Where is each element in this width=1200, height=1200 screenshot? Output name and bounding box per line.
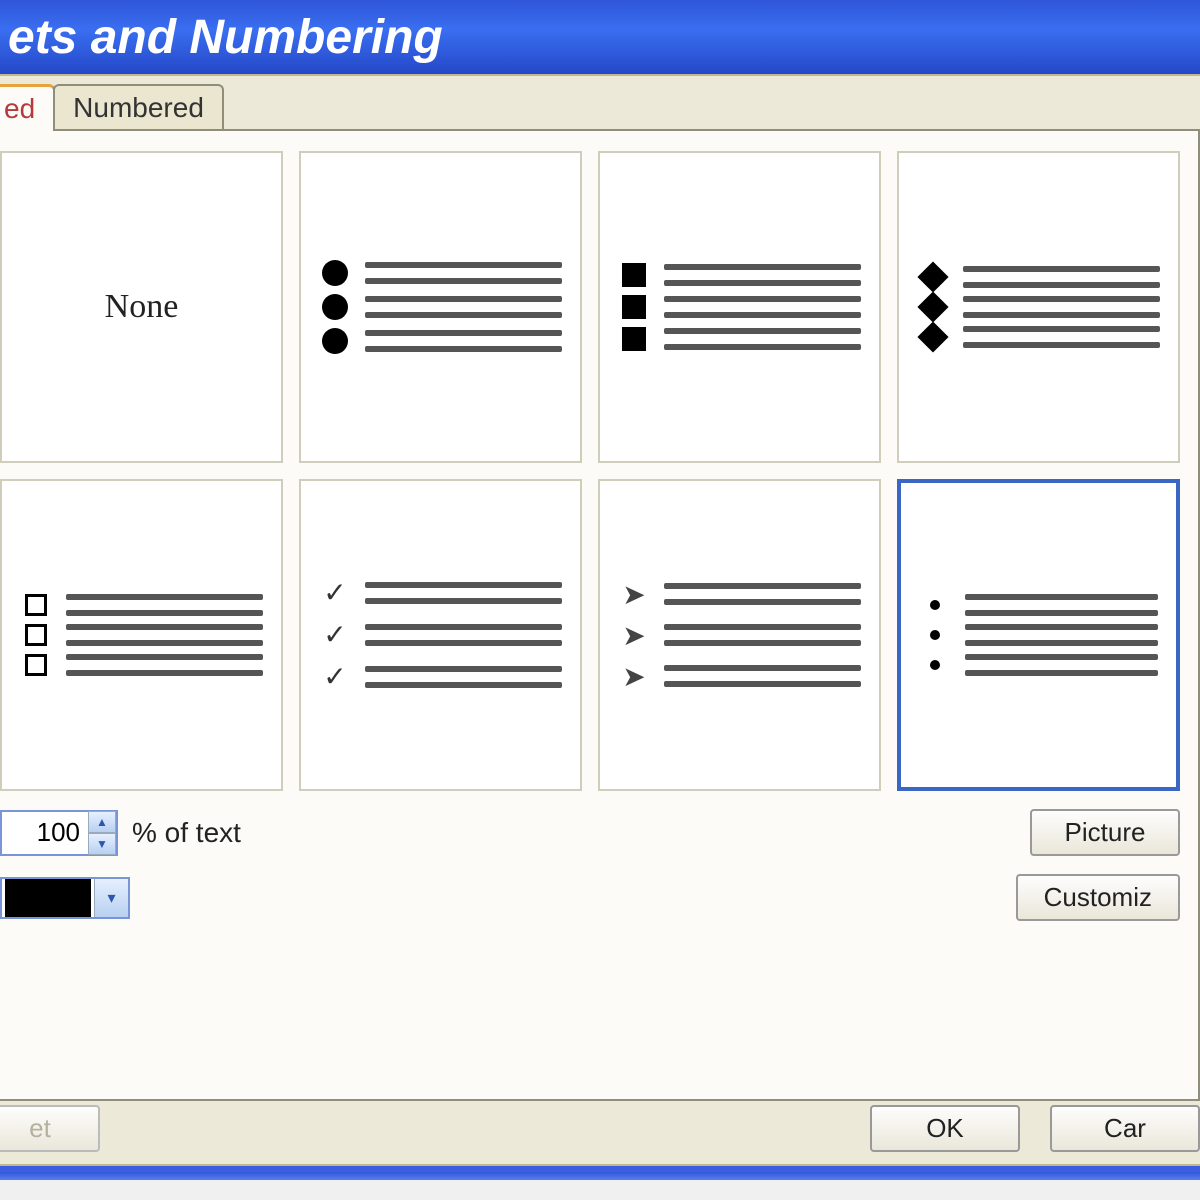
arrow-icon: ➤ xyxy=(622,619,645,652)
bullet-none-label: None xyxy=(105,288,179,326)
customize-button[interactable]: Customiz xyxy=(1016,874,1180,921)
small-dot-icon xyxy=(930,600,940,610)
diamond-icon xyxy=(917,291,948,322)
dialog-window: ets and Numbering ed Numbered None xyxy=(0,0,1200,1180)
color-swatch xyxy=(5,879,91,917)
window-footer-bar xyxy=(0,1172,1200,1180)
bullet-option-arrow[interactable]: ➤ ➤ ➤ xyxy=(598,479,881,791)
picture-button[interactable]: Picture xyxy=(1030,809,1180,856)
bullet-option-square-filled[interactable] xyxy=(598,151,881,463)
cancel-button[interactable]: Car xyxy=(1050,1105,1200,1152)
ok-button-label: OK xyxy=(926,1113,964,1143)
color-dropdown-icon[interactable]: ▾ xyxy=(94,879,128,917)
tab-strip: ed Numbered xyxy=(0,84,1200,131)
dialog-body: ed Numbered None xyxy=(0,74,1200,1166)
size-input[interactable] xyxy=(2,813,88,852)
tab-bulleted[interactable]: ed xyxy=(0,84,55,131)
bullet-option-small-dot[interactable] xyxy=(897,479,1180,791)
reset-button-label: et xyxy=(29,1113,51,1143)
color-row: ▾ Customiz xyxy=(0,874,1180,921)
bullet-option-square-outline[interactable] xyxy=(0,479,283,791)
disc-icon xyxy=(322,328,348,354)
bullet-option-none[interactable]: None xyxy=(0,151,283,463)
window-title: ets and Numbering xyxy=(8,10,443,65)
size-spin-down[interactable]: ▼ xyxy=(88,833,116,855)
small-dot-icon xyxy=(930,660,940,670)
size-spin-up[interactable]: ▲ xyxy=(88,811,116,833)
reset-button[interactable]: et xyxy=(0,1105,100,1152)
square-outline-icon xyxy=(25,654,47,676)
customize-button-label: Customiz xyxy=(1044,882,1152,912)
tab-panel: None xyxy=(0,129,1200,1101)
dialog-buttons: et OK Car xyxy=(0,1105,1200,1152)
diamond-icon xyxy=(917,321,948,352)
square-outline-icon xyxy=(25,594,47,616)
check-icon: ✓ xyxy=(323,576,346,610)
tab-numbered[interactable]: Numbered xyxy=(53,84,224,131)
square-filled-icon xyxy=(622,327,646,351)
arrow-icon: ➤ xyxy=(622,578,645,611)
size-spinner[interactable]: ▲ ▼ xyxy=(0,810,118,856)
titlebar: ets and Numbering xyxy=(0,0,1200,74)
size-row: ▲ ▼ % of text Picture xyxy=(0,809,1180,856)
disc-icon xyxy=(322,294,348,320)
square-filled-icon xyxy=(622,295,646,319)
check-icon: ✓ xyxy=(323,660,346,694)
ok-button[interactable]: OK xyxy=(870,1105,1020,1152)
bullet-option-disc[interactable] xyxy=(299,151,582,463)
bullet-style-grid: None xyxy=(0,151,1180,791)
tab-bulleted-label: ed xyxy=(4,93,35,124)
square-filled-icon xyxy=(622,263,646,287)
color-combo[interactable]: ▾ xyxy=(0,877,130,919)
diamond-icon xyxy=(917,261,948,292)
bullet-option-check[interactable]: ✓ ✓ ✓ xyxy=(299,479,582,791)
picture-button-label: Picture xyxy=(1065,817,1146,847)
cancel-button-label: Car xyxy=(1104,1113,1146,1143)
square-outline-icon xyxy=(25,624,47,646)
tab-numbered-label: Numbered xyxy=(73,92,204,123)
arrow-icon: ➤ xyxy=(622,660,645,693)
check-icon: ✓ xyxy=(323,618,346,652)
bullet-option-diamond[interactable] xyxy=(897,151,1180,463)
disc-icon xyxy=(322,260,348,286)
small-dot-icon xyxy=(930,630,940,640)
size-suffix-label: % of text xyxy=(132,817,241,849)
